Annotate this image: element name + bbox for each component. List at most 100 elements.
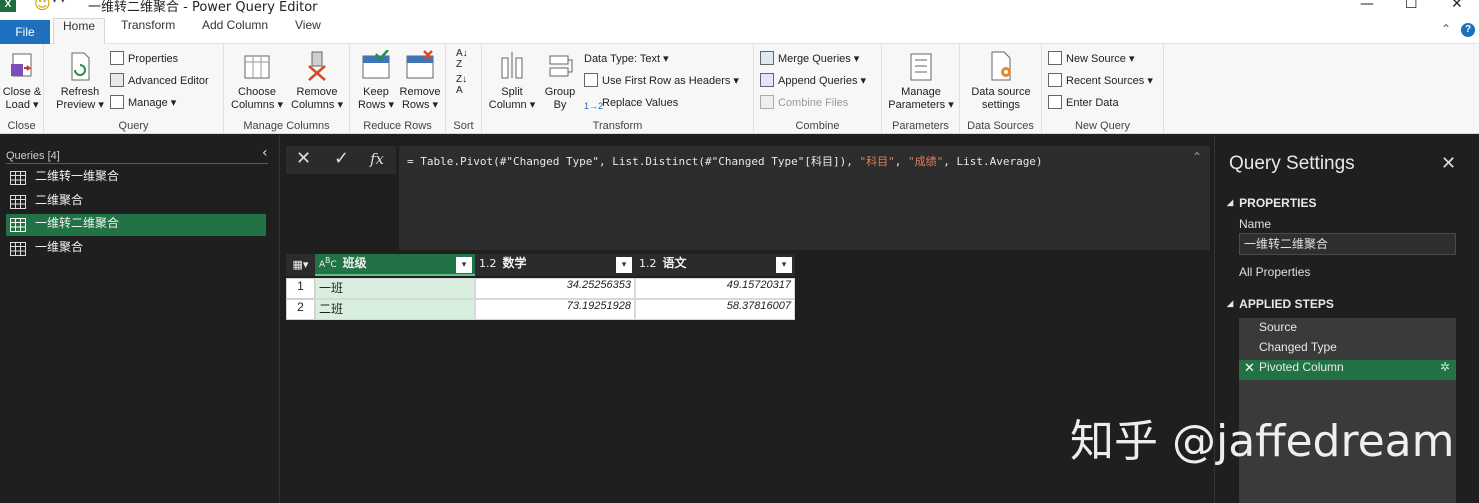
query-item[interactable]: 一维聚合 (6, 238, 266, 260)
collapse-pane-icon[interactable]: ‹ (262, 145, 268, 161)
choose-columns-button[interactable]: Choose Columns ▾ (228, 50, 286, 112)
query-item-label: 一维转二维聚合 (35, 216, 120, 230)
close-group-label: Close (7, 120, 36, 132)
data-source-settings-icon (991, 51, 1011, 81)
filter-dropdown-icon[interactable]: ▾ (776, 257, 792, 273)
choose-columns-label-2: Columns ▾ (231, 99, 283, 111)
text-type-icon[interactable]: ABC (319, 256, 337, 270)
remove-rows-label: Remove (399, 86, 441, 98)
column-header-label: 数学 (502, 256, 527, 270)
query-item-selected[interactable]: 一维转二维聚合 (6, 214, 266, 236)
manage-button[interactable]: Manage ▾ (110, 94, 176, 112)
new-source-label: New Source ▾ (1066, 53, 1135, 65)
excel-logo-icon: X (0, 0, 16, 12)
query-settings-title: Query Settings (1229, 153, 1355, 174)
applied-steps-heading: APPLIED STEPS (1239, 297, 1334, 311)
gear-icon[interactable]: ✲ (1440, 360, 1450, 374)
step-item[interactable]: Source (1239, 320, 1456, 340)
manage-parameters-button[interactable]: Manage Parameters ▾ (886, 50, 956, 112)
use-first-row-headers-button[interactable]: Use First Row as Headers ▾ (584, 72, 739, 90)
manage-table-icon (110, 95, 124, 109)
combine-files-button[interactable]: Combine Files (760, 94, 848, 112)
filter-dropdown-icon[interactable]: ▾ (456, 257, 472, 273)
replace-values-icon: 1→2 (584, 101, 604, 111)
title-bar: X ☺ ▾ ▾ 一维转二维聚合 - Power Query Editor — ☐… (0, 0, 1479, 14)
tab-transform[interactable]: Transform (121, 18, 175, 44)
all-properties-link[interactable]: All Properties (1239, 265, 1310, 279)
column-header[interactable]: ABC 班级 ▾ (315, 254, 475, 276)
query-item[interactable]: 二维聚合 (6, 191, 266, 213)
refresh-preview-button[interactable]: Refresh Preview ▾ (54, 50, 106, 112)
smiley-feedback-icon[interactable]: ☺ (34, 0, 51, 13)
table-menu-icon[interactable]: ▦▾ (286, 254, 315, 276)
remove-rows-icon (406, 50, 434, 79)
delete-step-icon[interactable]: ✕ (1244, 360, 1255, 376)
remove-rows-button[interactable]: Remove Rows ▾ (398, 50, 442, 112)
keep-rows-button[interactable]: Keep Rows ▾ (354, 50, 398, 112)
transform-group: Split Column ▾ Group By Data Type: Text … (482, 44, 754, 134)
tab-add-column[interactable]: Add Column (202, 18, 268, 44)
row-number[interactable]: 1 (286, 278, 315, 299)
row-number[interactable]: 2 (286, 299, 315, 320)
advanced-editor-button[interactable]: Advanced Editor (110, 72, 209, 90)
remove-columns-button[interactable]: Remove Columns ▾ (288, 50, 346, 112)
fx-icon[interactable]: fx (370, 150, 384, 168)
filter-dropdown-icon[interactable]: ▾ (616, 257, 632, 273)
replace-values-button[interactable]: 1→2Replace Values (584, 94, 678, 112)
close-window-button[interactable]: ✕ (1451, 0, 1463, 12)
minimize-button[interactable]: — (1360, 0, 1374, 12)
sort-ascending-button[interactable]: A↓ Z (456, 48, 468, 70)
remove-columns-icon (308, 51, 326, 81)
collapse-formula-icon[interactable]: ⌃ (1192, 150, 1202, 164)
close-icon[interactable]: ✕ (1441, 153, 1456, 174)
remove-columns-label: Remove (296, 86, 338, 98)
formula-bar[interactable]: = Table.Pivot(#"Changed Type", List.Dist… (399, 146, 1210, 250)
choose-columns-label: Choose (238, 86, 276, 98)
commit-formula-icon[interactable]: ✓ (334, 148, 349, 169)
query-name-field[interactable]: 一维转二维聚合 (1239, 233, 1456, 255)
queries-header: Queries [4] (6, 150, 60, 162)
window-title: 一维转二维聚合 - Power Query Editor (88, 0, 318, 14)
properties-section[interactable]: ◢ PROPERTIES (1227, 196, 1317, 210)
table-cell[interactable]: 58.37816007 (635, 299, 795, 320)
split-column-button[interactable]: Split Column ▾ (486, 50, 538, 112)
step-item-selected[interactable]: ✕ Pivoted Column ✲ (1239, 360, 1456, 380)
table-cell[interactable]: 二班 (315, 299, 475, 320)
step-item[interactable]: Changed Type (1239, 340, 1456, 360)
column-header-label: 语文 (662, 256, 687, 270)
enter-data-button[interactable]: Enter Data (1048, 94, 1119, 112)
decimal-type-icon[interactable]: 1.2 (639, 257, 657, 270)
table-cell[interactable]: 一班 (315, 278, 475, 299)
tab-home[interactable]: Home (53, 18, 105, 44)
column-header[interactable]: 1.2 语文 ▾ (635, 254, 795, 276)
close-load-button[interactable]: Close & Load ▾ (2, 50, 42, 112)
formula-prefix: = Table.Pivot(#"Changed Type", List.Dist… (407, 155, 860, 168)
column-header[interactable]: 1.2 数学 ▾ (475, 254, 635, 276)
sort-descending-button[interactable]: Z↓ A (456, 74, 467, 96)
append-queries-button[interactable]: Append Queries ▾ (760, 72, 866, 90)
table-cell[interactable]: 34.25256353 (475, 278, 635, 299)
applied-steps-section[interactable]: ◢ APPLIED STEPS (1227, 297, 1334, 311)
tab-file[interactable]: File (0, 20, 50, 44)
formula-buttons: ✕ ✓ fx (286, 146, 396, 174)
keep-rows-label: Keep (363, 86, 389, 98)
properties-button[interactable]: Properties (110, 50, 178, 68)
group-by-button[interactable]: Group By (538, 50, 582, 112)
query-item[interactable]: 二维转一维聚合 (6, 167, 266, 189)
table-cell[interactable]: 49.15720317 (635, 278, 795, 299)
quick-access-dropdown-icon[interactable]: ▾ ▾ (52, 0, 65, 6)
help-icon[interactable]: ? (1461, 23, 1475, 37)
maximize-button[interactable]: ☐ (1405, 0, 1418, 12)
data-type-dropdown[interactable]: Data Type: Text ▾ (584, 50, 669, 68)
collapse-ribbon-icon[interactable]: ⌃ (1441, 22, 1451, 36)
recent-sources-button[interactable]: Recent Sources ▾ (1048, 72, 1153, 90)
decimal-type-icon[interactable]: 1.2 (479, 257, 497, 270)
new-source-button[interactable]: New Source ▾ (1048, 50, 1135, 68)
remove-rows-label-2: Rows ▾ (401, 99, 439, 111)
data-source-settings-button[interactable]: Data source settings (964, 50, 1038, 112)
table-cell[interactable]: 73.19251928 (475, 299, 635, 320)
tab-view[interactable]: View (295, 18, 321, 44)
query-group: Refresh Preview ▾ Properties Advanced Ed… (44, 44, 224, 134)
merge-queries-button[interactable]: Merge Queries ▾ (760, 50, 859, 68)
cancel-formula-icon[interactable]: ✕ (296, 148, 311, 169)
